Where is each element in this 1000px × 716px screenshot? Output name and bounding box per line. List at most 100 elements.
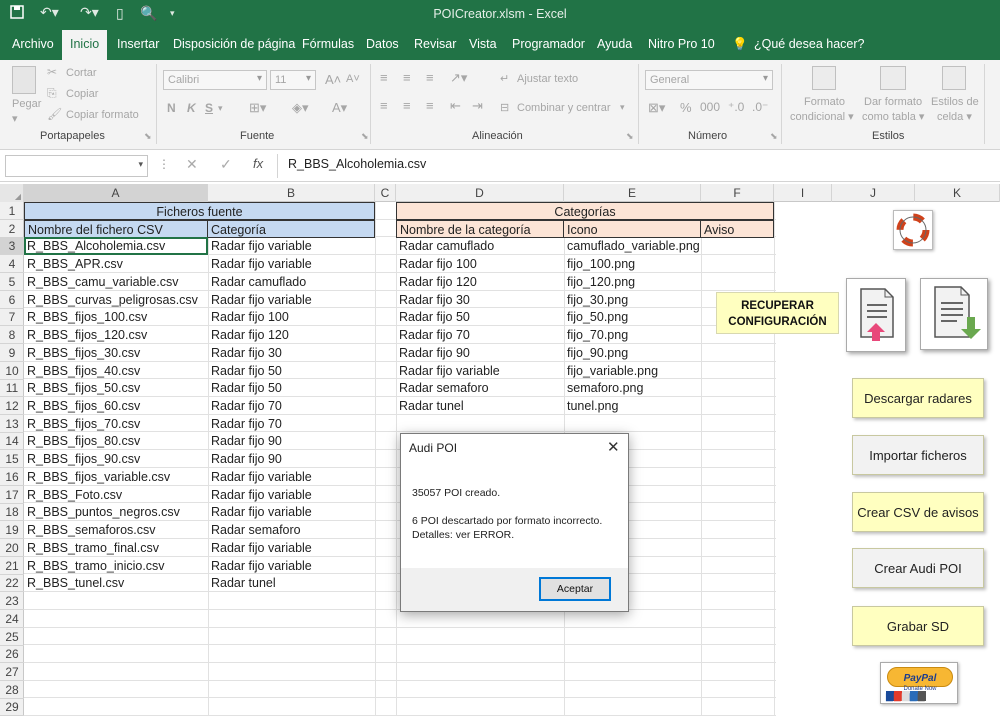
fuente-cell-category[interactable]: Radar camuflado	[208, 273, 375, 291]
copy-button[interactable]: Copiar	[66, 88, 98, 100]
row-header[interactable]: 22	[0, 574, 24, 592]
category-cell-icon[interactable]: tunel.png	[564, 397, 701, 415]
category-cell-icon[interactable]: camuflado_variable.png	[564, 237, 701, 255]
fuente-cell-category[interactable]: Radar fijo variable	[208, 291, 375, 309]
cancel-entry-icon[interactable]: ✕	[186, 156, 198, 173]
row-header[interactable]: 19	[0, 521, 24, 539]
cell-styles-line2[interactable]: celda ▾	[937, 110, 972, 123]
upload-config-icon[interactable]	[846, 278, 906, 352]
fuente-header-categoria[interactable]: Categoría	[208, 220, 375, 238]
column-header-i[interactable]: I	[774, 184, 832, 202]
fuente-cell-filename[interactable]: R_BBS_camu_variable.csv	[24, 273, 208, 291]
tab-formulas[interactable]: Fórmulas	[302, 37, 354, 51]
fuente-cell-category[interactable]: Radar tunel	[208, 574, 375, 592]
category-cell-icon[interactable]: fijo_50.png	[564, 308, 701, 326]
paste-icon[interactable]	[12, 66, 36, 94]
fuente-cell-filename[interactable]: R_BBS_Alcoholemia.csv	[24, 237, 208, 255]
shrink-font-icon[interactable]: A˅	[346, 73, 360, 85]
fuente-cell-category[interactable]: Radar fijo variable	[208, 486, 375, 504]
row-header[interactable]: 8	[0, 326, 24, 344]
fuente-cell-category[interactable]: Radar fijo variable	[208, 539, 375, 557]
column-header-c[interactable]: C	[375, 184, 396, 202]
thousands-icon[interactable]: 000	[700, 100, 720, 114]
align-left-icon[interactable]: ≡	[380, 98, 388, 113]
fuente-cell-category[interactable]: Radar fijo 50	[208, 379, 375, 397]
align-middle-icon[interactable]: ≡	[403, 70, 411, 85]
tell-me-search[interactable]: ¿Qué desea hacer?	[754, 37, 865, 51]
fuente-cell-filename[interactable]: R_BBS_fijos_50.csv	[24, 379, 208, 397]
fuente-cell-filename[interactable]: R_BBS_semaforos.csv	[24, 521, 208, 539]
number-format-combo[interactable]: General	[645, 70, 773, 90]
category-cell-icon[interactable]: fijo_70.png	[564, 326, 701, 344]
tab-datos[interactable]: Datos	[366, 37, 399, 51]
formula-content[interactable]: R_BBS_Alcoholemia.csv	[288, 157, 426, 171]
fuente-title-cell[interactable]: Ficheros fuente	[24, 202, 375, 220]
fuente-cell-filename[interactable]: R_BBS_fijos_90.csv	[24, 450, 208, 468]
decrease-decimal-icon[interactable]: .0⁻	[752, 100, 768, 114]
merge-dropdown-icon[interactable]: ▾	[620, 102, 625, 113]
row-header[interactable]: 26	[0, 645, 24, 663]
cat-header-nombre[interactable]: Nombre de la categoría	[396, 220, 564, 238]
fuente-cell-category[interactable]: Radar fijo 100	[208, 308, 375, 326]
category-cell-name[interactable]: Radar fijo 50	[396, 308, 564, 326]
help-lifebuoy-icon[interactable]	[893, 210, 933, 250]
bold-button[interactable]: N	[167, 101, 176, 115]
descargar-radares-button[interactable]: Descargar radares	[852, 378, 984, 418]
fuente-cell-category[interactable]: Radar fijo variable	[208, 557, 375, 575]
tab-insertar[interactable]: Insertar	[117, 37, 159, 51]
tab-revisar[interactable]: Revisar	[414, 37, 456, 51]
paypal-donate-button[interactable]: PayPal Donate Now ▆▆▆▆▆	[880, 662, 958, 704]
fuente-cell-filename[interactable]: R_BBS_tramo_inicio.csv	[24, 557, 208, 575]
row-header[interactable]: 14	[0, 432, 24, 450]
fuente-cell-category[interactable]: Radar fijo 120	[208, 326, 375, 344]
dialog-close-icon[interactable]: ✕	[607, 438, 620, 456]
fuente-header-nombre[interactable]: Nombre del fichero CSV	[24, 220, 208, 238]
category-cell-icon[interactable]: fijo_variable.png	[564, 362, 701, 380]
align-bottom-icon[interactable]: ≡	[426, 70, 434, 85]
fuente-cell-filename[interactable]: R_BBS_APR.csv	[24, 255, 208, 273]
currency-icon[interactable]: ⊠▾	[648, 100, 665, 116]
category-cell-icon[interactable]: fijo_120.png	[564, 273, 701, 291]
cell-styles-line1[interactable]: Estilos de	[931, 96, 979, 108]
row-header[interactable]: 16	[0, 468, 24, 486]
row-header[interactable]: 7	[0, 308, 24, 326]
paste-dropdown-icon[interactable]: ▾	[12, 112, 18, 125]
decrease-indent-icon[interactable]: ⇤	[450, 98, 461, 114]
row-header[interactable]: 10	[0, 362, 24, 380]
category-cell-icon[interactable]: fijo_100.png	[564, 255, 701, 273]
font-size-combo[interactable]: 11	[270, 70, 316, 90]
paste-button[interactable]: Pegar	[12, 98, 41, 110]
category-cell-name[interactable]: Radar fijo 90	[396, 344, 564, 362]
fuente-cell-filename[interactable]: R_BBS_fijos_120.csv	[24, 326, 208, 344]
fuente-cell-filename[interactable]: R_BBS_fijos_70.csv	[24, 415, 208, 433]
category-cell-name[interactable]: Radar fijo 70	[396, 326, 564, 344]
column-header-d[interactable]: D	[396, 184, 564, 202]
category-cell-name[interactable]: Radar fijo 30	[396, 291, 564, 309]
fuente-cell-filename[interactable]: R_BBS_fijos_80.csv	[24, 432, 208, 450]
fuente-cell-category[interactable]: Radar fijo 90	[208, 450, 375, 468]
alignment-launcher-icon[interactable]: ⬊	[626, 131, 634, 142]
crear-audi-poi-button[interactable]: Crear Audi POI	[852, 548, 984, 588]
fuente-cell-filename[interactable]: R_BBS_fijos_60.csv	[24, 397, 208, 415]
tab-ayuda[interactable]: Ayuda	[597, 37, 632, 51]
column-header-b[interactable]: B	[208, 184, 375, 202]
percent-icon[interactable]: %	[680, 100, 692, 115]
tab-programador[interactable]: Programador	[512, 37, 585, 51]
fuente-cell-category[interactable]: Radar fijo variable	[208, 468, 375, 486]
row-header[interactable]: 18	[0, 503, 24, 521]
clipboard-launcher-icon[interactable]: ⬊	[144, 131, 152, 142]
category-cell-name[interactable]: Radar fijo 100	[396, 255, 564, 273]
fuente-cell-category[interactable]: Radar fijo variable	[208, 237, 375, 255]
column-header-f[interactable]: F	[701, 184, 774, 202]
number-launcher-icon[interactable]: ⬊	[770, 131, 778, 142]
align-top-icon[interactable]: ≡	[380, 70, 388, 85]
fuente-cell-category[interactable]: Radar fijo variable	[208, 255, 375, 273]
insert-function-icon[interactable]: fx	[253, 156, 263, 171]
column-header-j[interactable]: J	[832, 184, 915, 202]
column-header-a[interactable]: A	[24, 184, 208, 202]
row-header[interactable]: 9	[0, 344, 24, 362]
cat-header-icono[interactable]: Icono	[564, 220, 701, 238]
fuente-cell-category[interactable]: Radar fijo 30	[208, 344, 375, 362]
row-header[interactable]: 27	[0, 663, 24, 681]
tab-nitro[interactable]: Nitro Pro 10	[648, 37, 715, 51]
